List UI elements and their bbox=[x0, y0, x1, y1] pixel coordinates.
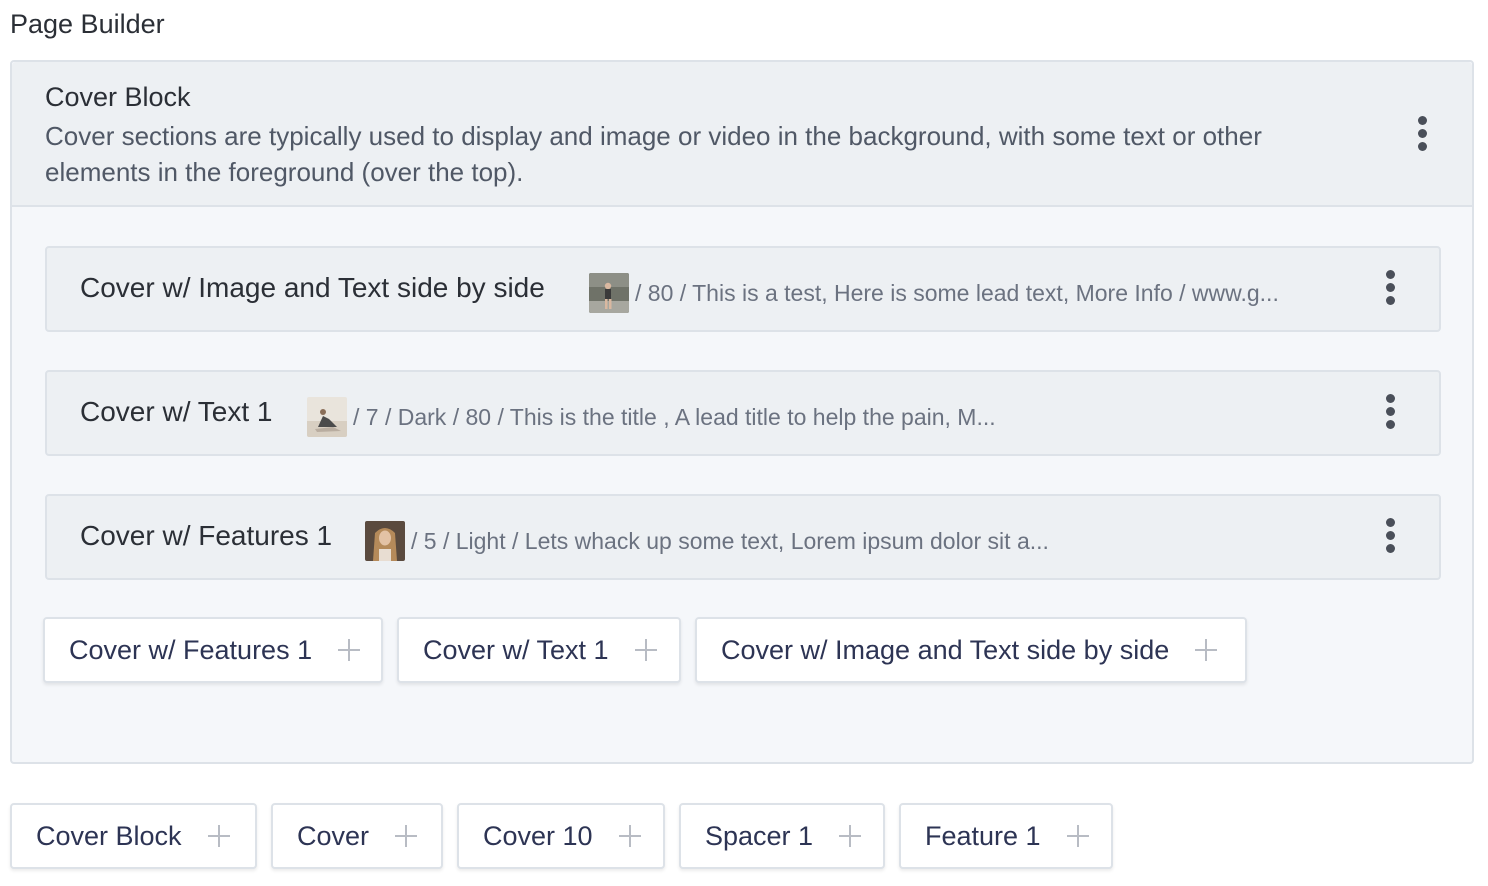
plus-icon bbox=[338, 639, 361, 661]
block-row-image-text[interactable]: Cover w/ Image and Text side by side / 8… bbox=[45, 246, 1441, 332]
add-button-label: Cover w/ Features 1 bbox=[69, 634, 313, 665]
row-summary: / 5 / Light / Lets whack up some text, L… bbox=[411, 527, 1049, 554]
plus-icon bbox=[634, 639, 657, 661]
row-menu-icon[interactable] bbox=[1380, 516, 1400, 556]
row-title: Cover w/ Image and Text side by side bbox=[80, 272, 545, 303]
plus-icon bbox=[1066, 825, 1089, 847]
add-button-label: Feature 1 bbox=[925, 820, 1041, 851]
add-spacer-1-button[interactable]: Spacer 1 bbox=[679, 803, 885, 869]
add-button-label: Cover 10 bbox=[483, 820, 593, 851]
woman-portrait-photo-thumbnail bbox=[365, 521, 405, 561]
row-menu-icon[interactable] bbox=[1380, 392, 1400, 432]
row-meta: / 80 / This is a test, Here is some lead… bbox=[589, 272, 1279, 314]
row-title: Cover w/ Text 1 bbox=[80, 396, 273, 427]
add-cover-text-1-button[interactable]: Cover w/ Text 1 bbox=[397, 617, 681, 683]
add-cover-features-1-button[interactable]: Cover w/ Features 1 bbox=[43, 617, 383, 683]
block-row-text-1[interactable]: Cover w/ Text 1 / 7 / Dark / 80 / This i… bbox=[45, 370, 1441, 456]
cover-block-description: Cover sections are typically used to dis… bbox=[45, 121, 1262, 187]
row-meta: / 7 / Dark / 80 / This is the title , A … bbox=[307, 396, 996, 438]
cover-block-menu-icon[interactable] bbox=[1412, 114, 1432, 154]
add-cover-image-text-button[interactable]: Cover w/ Image and Text side by side bbox=[695, 617, 1247, 683]
plus-icon bbox=[839, 825, 862, 847]
add-button-label: Cover Block bbox=[36, 820, 182, 851]
person-standing-photo-thumbnail bbox=[589, 273, 629, 313]
row-summary: / 7 / Dark / 80 / This is the title , A … bbox=[353, 403, 996, 430]
add-cover-10-button[interactable]: Cover 10 bbox=[457, 803, 665, 869]
row-title: Cover w/ Features 1 bbox=[80, 520, 333, 551]
cover-block-header: Cover Block Cover sections are typically… bbox=[12, 62, 1472, 207]
plus-icon bbox=[618, 825, 641, 847]
add-button-label: Cover w/ Image and Text side by side bbox=[721, 634, 1170, 665]
row-menu-icon[interactable] bbox=[1380, 268, 1400, 308]
cover-block-title: Cover Block bbox=[45, 82, 191, 112]
add-button-label: Cover w/ Text 1 bbox=[423, 634, 609, 665]
plus-icon bbox=[207, 825, 230, 847]
plus-icon bbox=[395, 825, 418, 847]
page-title: Page Builder bbox=[10, 9, 165, 39]
add-cover-block-button[interactable]: Cover Block bbox=[10, 803, 257, 869]
row-summary: / 80 / This is a test, Here is some lead… bbox=[635, 279, 1279, 306]
row-meta: / 5 / Light / Lets whack up some text, L… bbox=[365, 520, 1049, 562]
add-button-label: Cover bbox=[297, 820, 370, 851]
block-row-features-1[interactable]: Cover w/ Features 1 / 5 / Light / Lets w… bbox=[45, 494, 1441, 580]
person-sitting-beach-photo-thumbnail bbox=[307, 397, 347, 437]
add-cover-button[interactable]: Cover bbox=[271, 803, 443, 869]
cover-block-panel: Cover Block Cover sections are typically… bbox=[10, 60, 1474, 764]
plus-icon bbox=[1195, 639, 1218, 661]
add-button-label: Spacer 1 bbox=[705, 820, 814, 851]
add-feature-1-button[interactable]: Feature 1 bbox=[899, 803, 1113, 869]
